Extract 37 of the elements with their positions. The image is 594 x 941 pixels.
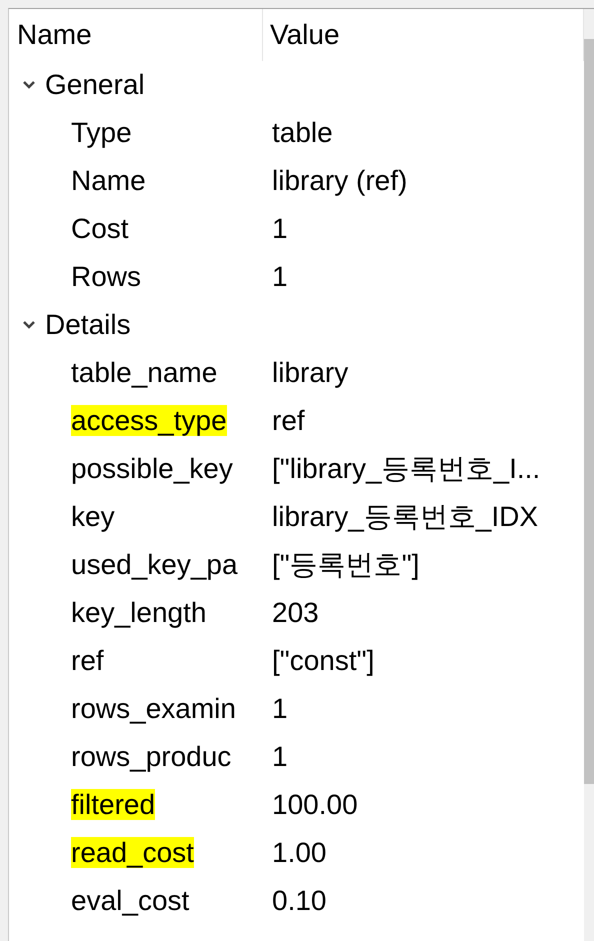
property-name: rows_examin <box>71 693 236 724</box>
property-value: library_등록번호_IDX <box>271 500 540 534</box>
property-name: Type <box>71 117 132 148</box>
property-name: rows_produc <box>71 741 232 772</box>
scrollbar-thumb[interactable] <box>584 39 594 784</box>
property-name: read_cost <box>71 837 194 868</box>
property-name: key_length <box>71 597 206 628</box>
column-header[interactable]: Name <box>15 9 263 61</box>
property-value: 1 <box>271 212 289 246</box>
scrollbar[interactable] <box>584 9 594 941</box>
property-value: ["const"] <box>271 644 376 678</box>
property-value: 1 <box>271 740 289 774</box>
property-name: Name <box>71 165 146 196</box>
property-name: eval_cost <box>71 885 190 916</box>
property-name: ref <box>71 645 104 676</box>
property-name: Rows <box>71 261 142 292</box>
property-name: access_type <box>71 405 227 436</box>
property-value: library <box>271 356 350 390</box>
property-value: ref <box>271 404 306 438</box>
property-name: used_key_pa <box>71 549 238 580</box>
property-value: 1.00 <box>271 836 328 870</box>
property-value: 203 <box>271 596 320 630</box>
property-name: table_name <box>71 357 218 388</box>
group-label[interactable]: Details <box>45 304 131 346</box>
property-value: 1 <box>271 260 289 294</box>
property-value: 0.10 <box>271 884 328 918</box>
property-name: possible_key <box>71 453 233 484</box>
property-name: filtered <box>71 789 156 820</box>
property-value: library (ref) <box>271 164 408 198</box>
property-value: 1 <box>271 692 289 726</box>
property-value: table <box>271 116 334 150</box>
property-value: ["등록번호"] <box>271 548 420 582</box>
property-name: key <box>71 501 115 532</box>
group-label[interactable]: General <box>45 64 145 106</box>
property-name: Cost <box>71 213 129 244</box>
property-value: ["library_등록번호_I... <box>271 452 542 486</box>
property-value: 100.00 <box>271 788 359 822</box>
